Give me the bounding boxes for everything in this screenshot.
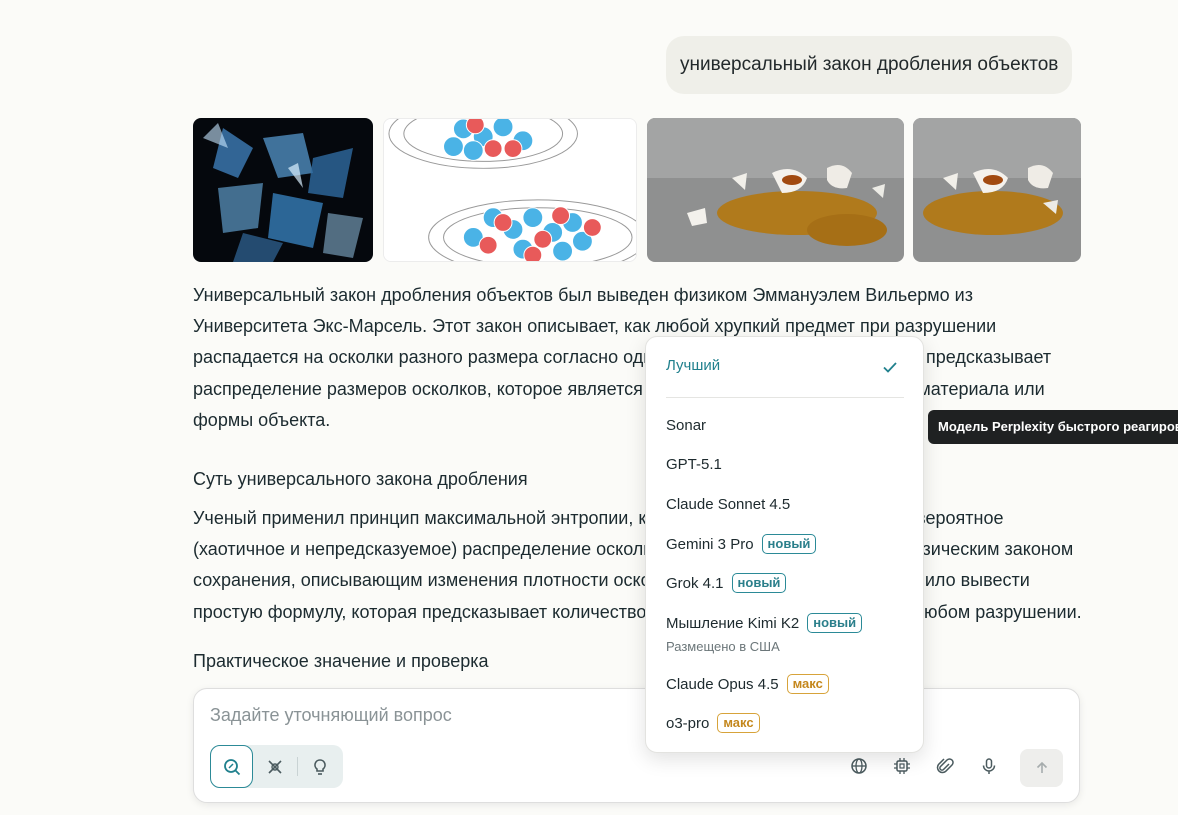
microphone-icon <box>982 758 996 774</box>
model-option-label: o3-pro <box>666 714 710 732</box>
model-button[interactable] <box>885 749 919 783</box>
model-option-label: Claude Sonnet 4.5 <box>666 496 791 513</box>
chip-icon <box>894 758 910 774</box>
new-badge: новый <box>761 534 817 554</box>
answer-heading-2: Практическое значение и проверка <box>193 651 489 671</box>
model-dropdown: Лучший Sonar GPT-5.1 Claude Sonnet 4.5 G… <box>645 336 924 753</box>
model-option-sonar[interactable]: Sonar <box>666 417 706 434</box>
answer-paragraph-2: Ученый применил принцип максимальной энт… <box>193 508 1082 622</box>
model-option-kimi[interactable]: Мышление Kimi K2 новый <box>666 613 863 633</box>
model-option-gpt[interactable]: GPT-5.1 <box>666 456 722 473</box>
model-option-best[interactable]: Лучший <box>666 357 720 374</box>
research-icon <box>267 759 282 774</box>
model-option-claude-sonnet[interactable]: Claude Sonnet 4.5 <box>666 496 790 513</box>
page: универсальный закон дробления объектов У… <box>0 0 1178 815</box>
check-icon <box>883 362 897 373</box>
new-badge: новый <box>807 613 863 633</box>
paperclip-icon <box>936 758 954 774</box>
max-badge: макс <box>717 713 760 733</box>
mode-selector <box>210 745 343 788</box>
model-option-grok[interactable]: Grok 4.1 новый <box>666 573 787 593</box>
arrow-up-icon <box>1036 761 1047 773</box>
research-mode-button[interactable] <box>253 745 296 788</box>
follow-up-input[interactable]: Задайте уточняющий вопрос <box>210 705 452 726</box>
model-option-claude-opus[interactable]: Claude Opus 4.5 макс <box>666 674 829 694</box>
lightbulb-icon <box>313 758 326 775</box>
sources-button[interactable] <box>842 749 876 783</box>
image-strip <box>193 118 1081 262</box>
particle-fragmentation-diagram[interactable] <box>383 118 637 262</box>
model-option-gemini[interactable]: Gemini 3 Pro новый <box>666 534 817 554</box>
model-option-subtitle: Размещено в США <box>666 639 780 654</box>
send-button[interactable] <box>1020 749 1063 787</box>
new-badge: новый <box>731 573 787 593</box>
user-query: универсальный закон дробления объектов <box>666 36 1073 94</box>
search-mode-button[interactable] <box>210 745 253 788</box>
attach-button[interactable] <box>928 749 962 783</box>
model-option-label: Grok 4.1 <box>666 574 724 592</box>
voice-button[interactable] <box>972 749 1006 783</box>
search-icon <box>223 758 240 775</box>
broken-cup-image-2[interactable] <box>913 118 1081 262</box>
globe-icon <box>851 758 867 774</box>
model-option-label: Claude Opus 4.5 <box>666 675 779 693</box>
model-option-label: Gemini 3 Pro <box>666 535 754 553</box>
model-option-label: Лучший <box>666 357 721 374</box>
labs-mode-button[interactable] <box>298 745 341 788</box>
answer-heading-1: Суть универсального закона дробления <box>193 469 528 489</box>
model-option-label: GPT-5.1 <box>666 456 722 473</box>
model-option-o3-pro[interactable]: o3-pro макс <box>666 713 760 733</box>
follow-up-composer: Задайте уточняющий вопрос <box>193 688 1080 803</box>
max-badge: макс <box>786 674 829 694</box>
model-tooltip: Модель Perplexity быстрого реагирования <box>928 410 1178 444</box>
shattered-glass-image[interactable] <box>193 118 373 262</box>
broken-cup-image-1[interactable] <box>647 118 904 262</box>
menu-divider <box>666 397 904 398</box>
model-option-label: Sonar <box>666 417 707 434</box>
model-option-label: Мышление Kimi K2 <box>666 614 800 632</box>
